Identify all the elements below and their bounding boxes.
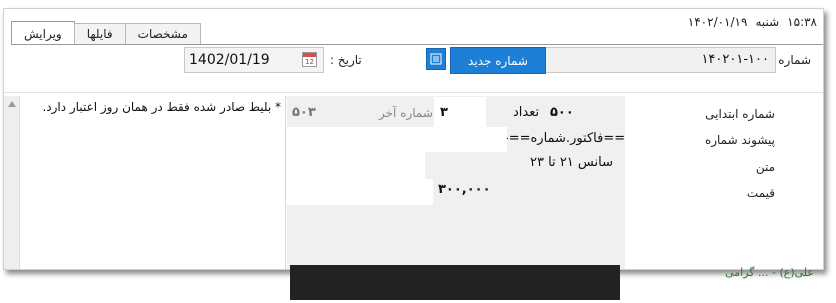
calendar-icon[interactable]: 12 (302, 52, 317, 67)
tab-edit[interactable]: ویرایش (11, 21, 75, 45)
status-date: ۱۴۰۲/۰۱/۱۹ (687, 15, 748, 29)
text-spacer (287, 152, 425, 179)
new-number-button[interactable]: شماره جدید (450, 47, 546, 74)
background-footer-text: علی(ع) - ... گرامی (725, 266, 814, 279)
prefix-value[interactable]: ==فاکتور.شماره==- (504, 131, 625, 146)
background-strip (290, 265, 620, 300)
status-weekday: شنبه (755, 15, 780, 29)
ticket-window: ۱۵:۳۸ شنبه ۱۴۰۲/۰۱/۱۹ ویرایش فایلها مشخص… (3, 8, 824, 270)
grid-remainder (287, 205, 625, 269)
scroll-up-icon[interactable] (7, 101, 16, 107)
list-icon-button[interactable] (426, 48, 446, 70)
number-value: ۱۴۰۲۰۱-۱۰۰ (701, 52, 769, 67)
tab-files[interactable]: فایلها (73, 23, 126, 45)
number-field[interactable]: ۱۴۰۲۰۱-۱۰۰ (544, 47, 776, 73)
header-divider (4, 92, 823, 93)
text-label: متن (755, 160, 775, 174)
tab-bar: ویرایش فایلها مشخصات (11, 21, 201, 45)
calendar-icon-day: 12 (305, 58, 314, 66)
tab-underline (11, 44, 823, 45)
start-number-label: شماره ابتدایی (705, 107, 775, 121)
last-number-label: شماره آخر (379, 106, 433, 120)
note-text: * بلیط صادر شده فقط در همان روز اعتبار د… (42, 100, 281, 114)
text-value[interactable]: سانس ۲۱ تا ۲۳ (530, 155, 613, 170)
tab-details[interactable]: مشخصات (124, 23, 201, 45)
price-spacer (287, 179, 433, 205)
price-value[interactable]: ۳۰۰,۰۰۰ (438, 182, 491, 197)
date-label: تاریخ : (330, 53, 362, 67)
status-time: ۱۵:۳۸ (787, 15, 817, 29)
date-value: 1402/01/19 (189, 52, 270, 68)
count-value: ۳ (440, 105, 448, 120)
start-number-value[interactable]: ۵۰۰ (550, 105, 574, 120)
list-icon (430, 53, 442, 65)
count-label: تعداد (513, 105, 540, 120)
price-label: قیمت (746, 186, 775, 200)
note-panel[interactable]: * بلیط صادر شده فقط در همان روز اعتبار د… (4, 96, 286, 269)
number-label: شماره : (770, 53, 811, 67)
prefix-label: پیشوند شماره (704, 133, 775, 147)
status-strip: ۱۵:۳۸ شنبه ۱۴۰۲/۰۱/۱۹ (688, 15, 817, 33)
note-scrollbar[interactable] (4, 96, 20, 269)
last-number-value: ۵۰۳ (292, 105, 316, 120)
prefix-spacer (287, 127, 507, 152)
